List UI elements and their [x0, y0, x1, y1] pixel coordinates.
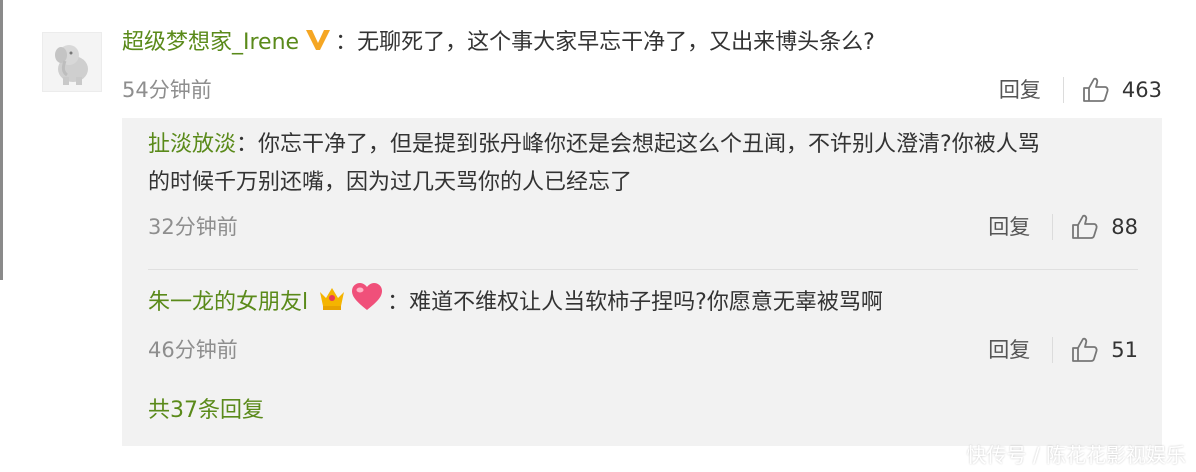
more-replies-link[interactable]: 共37条回复: [148, 392, 264, 430]
reply-meta: 32分钟前 回复 88: [148, 208, 1138, 246]
like-count: 88: [1111, 215, 1138, 239]
main-comment: 超级梦想家_Irene ：无聊死了，这个事大家早忘干净了，又出来博头条么? 54分…: [122, 24, 1162, 109]
like-button[interactable]: 463: [1082, 71, 1162, 109]
heart-icon: [351, 282, 383, 325]
reply-line: 扯淡放淡：你忘干净了，但是提到张丹峰你还是会想起这么个丑闻，不许别人澄清?你被人…: [148, 126, 1138, 164]
main-comment-line: 超级梦想家_Irene ：无聊死了，这个事大家早忘干净了，又出来博头条么?: [122, 24, 1162, 65]
reply-line: 朱一龙的女朋友l ：难道不维权让人当软柿子捏吗?你愿意无辜被骂啊: [148, 282, 1138, 325]
like-button[interactable]: 88: [1071, 208, 1138, 246]
main-comment-time: 54分钟前: [122, 78, 212, 102]
watermark: 快传号 / 陈花花影视娱乐: [966, 443, 1186, 467]
main-comment-username[interactable]: 超级梦想家_Irene: [122, 30, 299, 55]
thumbs-up-icon: [1072, 214, 1098, 239]
vip-v-icon: [305, 27, 331, 65]
reply-time: 46分钟前: [148, 338, 238, 362]
reply-time: 32分钟前: [148, 215, 238, 239]
like-count: 51: [1111, 338, 1138, 362]
reply-username[interactable]: 扯淡放淡: [148, 132, 236, 157]
action-divider: [1052, 214, 1054, 240]
reply-separator: ：: [236, 132, 259, 157]
reply-button[interactable]: 回复: [999, 71, 1041, 109]
action-divider: [1052, 337, 1054, 363]
thumbs-up-icon: [1072, 337, 1098, 362]
avatar[interactable]: [42, 32, 102, 92]
reply-item: 扯淡放淡：你忘干净了，但是提到张丹峰你还是会想起这么个丑闻，不许别人澄清?你被人…: [148, 126, 1138, 246]
reply-actions: 回复 88: [988, 208, 1138, 246]
main-comment-text: 无聊死了，这个事大家早忘干净了，又出来博头条么?: [357, 30, 875, 55]
thumbs-up-icon: [1083, 77, 1109, 102]
reply-text: 难道不维权让人当软柿子捏吗?你愿意无辜被骂啊: [409, 290, 883, 315]
like-button[interactable]: 51: [1071, 331, 1138, 369]
reply-line: 的时候千万别还嘴，因为过几天骂你的人已经忘了: [148, 164, 1138, 202]
reply-actions: 回复 51: [988, 331, 1138, 369]
reply-separator: ：: [387, 290, 410, 315]
reply-text-continued: 的时候千万别还嘴，因为过几天骂你的人已经忘了: [148, 170, 633, 195]
reply-item: 朱一龙的女朋友l ：难道不维权让人当软柿子捏吗?你愿意无辜被骂啊 46分钟前 回…: [148, 282, 1138, 369]
reply-meta: 46分钟前 回复 51: [148, 331, 1138, 369]
action-divider: [1062, 77, 1064, 103]
reply-divider: [148, 269, 1138, 270]
reply-username[interactable]: 朱一龙的女朋友l: [148, 290, 308, 315]
reply-button[interactable]: 回复: [988, 331, 1030, 369]
like-count: 463: [1121, 78, 1162, 102]
reply-box: 扯淡放淡：你忘干净了，但是提到张丹峰你还是会想起这么个丑闻，不许别人澄清?你被人…: [122, 118, 1162, 446]
main-comment-actions: 回复 463: [999, 71, 1162, 109]
reply-text: 你忘干净了，但是提到张丹峰你还是会想起这么个丑闻，不许别人澄清?你被人骂: [258, 132, 1040, 157]
window-edge: [0, 0, 3, 280]
reply-button[interactable]: 回复: [988, 208, 1030, 246]
main-comment-meta: 54分钟前 回复 463: [122, 71, 1162, 109]
main-comment-separator: ：: [335, 30, 358, 55]
elephant-avatar-icon: [55, 45, 88, 85]
crown-icon: [317, 284, 347, 325]
